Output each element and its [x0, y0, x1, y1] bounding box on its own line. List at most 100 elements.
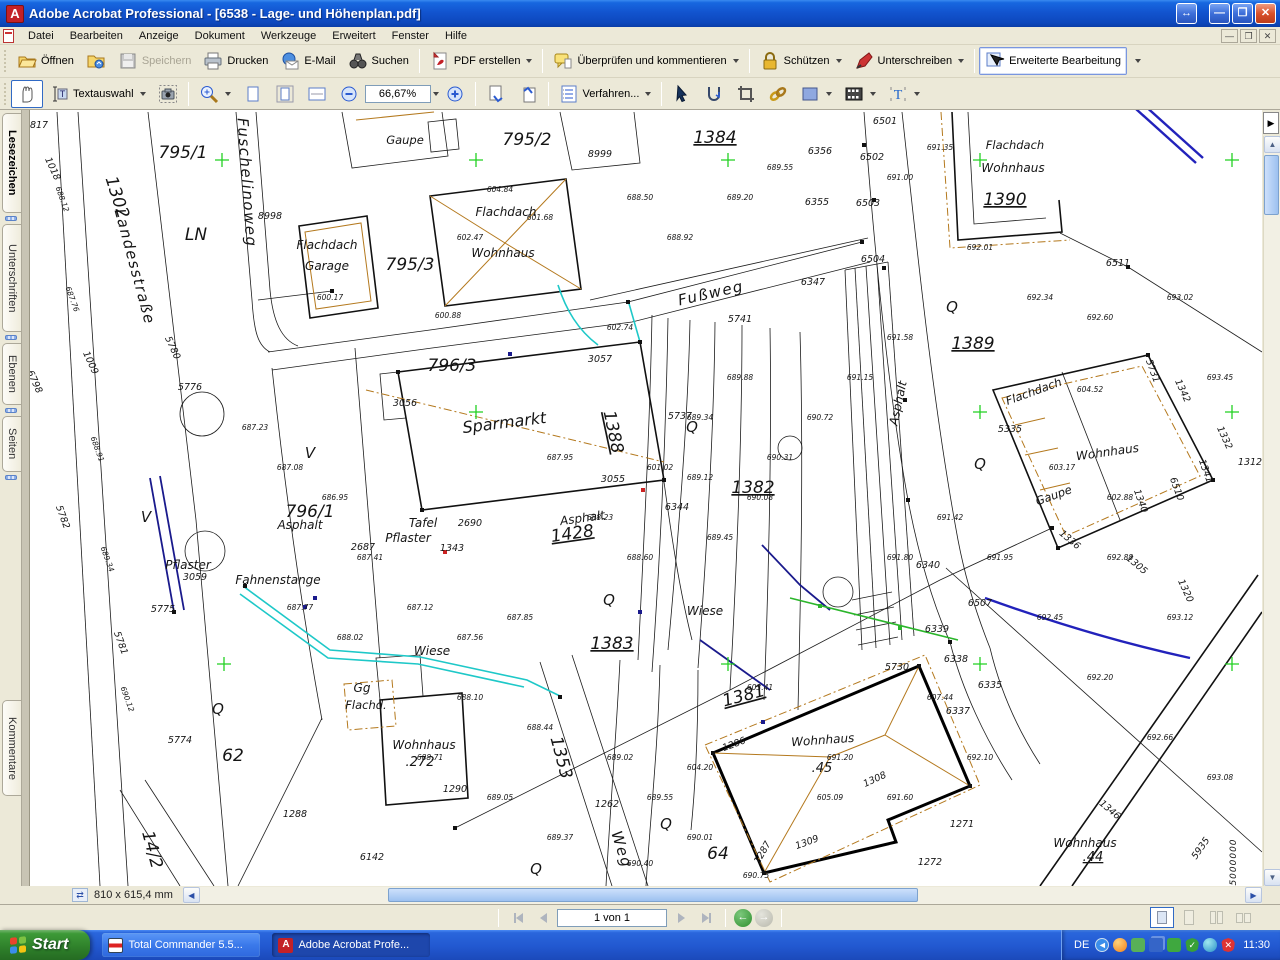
- previous-view-nav-button[interactable]: ←: [734, 909, 752, 927]
- first-page-button[interactable]: [507, 908, 529, 928]
- protect-button[interactable]: Schützen: [754, 47, 848, 75]
- search-button[interactable]: Suchen: [342, 47, 415, 75]
- taskbar-clock[interactable]: 11:30: [1243, 939, 1270, 951]
- restore-button[interactable]: ❐: [1232, 3, 1253, 24]
- organizer-button[interactable]: [80, 47, 112, 75]
- crop-tool-button[interactable]: [730, 80, 762, 108]
- horizontal-scrollbar[interactable]: ◀ ▶: [183, 887, 1262, 904]
- taskbar-item-total-commander[interactable]: Total Commander 5.5...: [102, 933, 260, 957]
- menu-anzeige[interactable]: Anzeige: [131, 28, 187, 44]
- spread-window-button[interactable]: ↔: [1176, 3, 1197, 24]
- messenger-tray-icon[interactable]: [1203, 938, 1217, 952]
- page-number-input[interactable]: 1 von 1: [557, 909, 667, 927]
- review-dropdown[interactable]: [733, 59, 739, 63]
- horizontal-scroll-thumb[interactable]: [388, 888, 918, 902]
- next-view-nav-button[interactable]: →: [755, 909, 773, 927]
- process-button[interactable]: Verfahren...: [553, 80, 658, 108]
- movie-dropdown[interactable]: [870, 92, 876, 96]
- alert-shield-icon[interactable]: ✕: [1221, 938, 1235, 952]
- previous-page-button[interactable]: [532, 908, 554, 928]
- advanced-editing-dropdown[interactable]: [1127, 55, 1147, 67]
- taskbar-item-acrobat[interactable]: A Adobe Acrobat Profe...: [272, 933, 430, 957]
- pdf-page-canvas[interactable]: 795/1795/2795/3796/3796/1138413901389138…: [30, 110, 1262, 886]
- previous-view-button[interactable]: [480, 80, 512, 108]
- child-minimize-button[interactable]: —: [1221, 29, 1238, 43]
- menu-dokument[interactable]: Dokument: [187, 28, 253, 44]
- update-tray-icon[interactable]: [1131, 938, 1145, 952]
- sign-dropdown[interactable]: [958, 59, 964, 63]
- link-tool-button[interactable]: [762, 80, 794, 108]
- menu-bearbeiten[interactable]: Bearbeiten: [62, 28, 131, 44]
- zoom-out-button[interactable]: [333, 80, 365, 108]
- menu-fenster[interactable]: Fenster: [384, 28, 437, 44]
- fit-page-button[interactable]: [269, 80, 301, 108]
- continuous-facing-layout-button[interactable]: [1204, 907, 1228, 928]
- vertical-scrollbar[interactable]: ▲ ▼: [1263, 136, 1280, 886]
- snapshot-button[interactable]: [152, 80, 184, 108]
- form-field-button[interactable]: [794, 80, 838, 108]
- sign-button[interactable]: Unterschreiben: [848, 47, 971, 75]
- zoom-level-input[interactable]: 66,67%: [365, 85, 431, 103]
- zoom-in-button[interactable]: [439, 80, 471, 108]
- facing-layout-button[interactable]: [1231, 907, 1255, 928]
- create-pdf-dropdown[interactable]: [526, 59, 532, 63]
- create-pdf-button[interactable]: PDF erstellen: [424, 47, 539, 75]
- tab-lesezeichen[interactable]: Lesezeichen: [2, 113, 21, 213]
- menu-hilfe[interactable]: Hilfe: [437, 28, 475, 44]
- antivirus-tray-icon[interactable]: [1113, 938, 1127, 952]
- zoom-in-tool-button[interactable]: [193, 80, 237, 108]
- language-indicator[interactable]: DE: [1074, 939, 1089, 951]
- hand-tool-button[interactable]: [11, 80, 43, 108]
- protect-dropdown[interactable]: [836, 59, 842, 63]
- text-select-dropdown[interactable]: [140, 92, 146, 96]
- hide-icons-chevron-icon[interactable]: ◄: [1095, 938, 1109, 952]
- scroll-up-button[interactable]: ▲: [1264, 136, 1280, 153]
- next-view-button[interactable]: [512, 80, 544, 108]
- print-button[interactable]: Drucken: [197, 47, 274, 75]
- child-restore-button[interactable]: ❐: [1240, 29, 1257, 43]
- advanced-editing-button[interactable]: Erweiterte Bearbeitung: [979, 47, 1127, 75]
- form-field-dropdown[interactable]: [826, 92, 832, 96]
- scroll-down-button[interactable]: ▼: [1264, 869, 1280, 886]
- single-page-layout-button[interactable]: [1150, 907, 1174, 928]
- toolbar-grip[interactable]: [3, 83, 8, 105]
- tab-grip: [5, 408, 17, 413]
- network-tray-icon[interactable]: [1149, 938, 1163, 952]
- tab-kommentare[interactable]: Kommentare: [2, 700, 21, 796]
- article-tool-button[interactable]: [698, 80, 730, 108]
- start-button[interactable]: Start: [0, 930, 90, 960]
- select-object-button[interactable]: [666, 80, 698, 108]
- child-close-button[interactable]: ✕: [1259, 29, 1276, 43]
- continuous-layout-button[interactable]: [1177, 907, 1201, 928]
- next-page-button[interactable]: [670, 908, 692, 928]
- scroll-left-button[interactable]: ◀: [183, 887, 200, 903]
- movie-tool-button[interactable]: [838, 80, 882, 108]
- vertical-scroll-thumb[interactable]: [1264, 155, 1279, 215]
- pane-toggle-button[interactable]: ▶: [1263, 112, 1279, 134]
- touchup-text-button[interactable]: T: [882, 80, 926, 108]
- menu-werkzeuge[interactable]: Werkzeuge: [253, 28, 324, 44]
- email-button[interactable]: E-Mail: [274, 47, 341, 75]
- close-button[interactable]: ✕: [1255, 3, 1276, 24]
- review-comment-button[interactable]: Überprüfen und kommentieren: [547, 47, 744, 75]
- tab-unterschriften[interactable]: Unterschriften: [2, 224, 21, 332]
- security-shield-icon[interactable]: ✓: [1185, 938, 1199, 952]
- toolbar-grip[interactable]: [3, 50, 8, 72]
- open-button[interactable]: Öffnen: [11, 47, 80, 75]
- save-button[interactable]: Speichern: [112, 47, 198, 75]
- process-dropdown[interactable]: [645, 92, 651, 96]
- minimize-button[interactable]: —: [1209, 3, 1230, 24]
- last-page-button[interactable]: [695, 908, 717, 928]
- menu-erweitert[interactable]: Erweitert: [324, 28, 383, 44]
- tab-ebenen[interactable]: Ebenen: [2, 343, 21, 405]
- menu-datei[interactable]: Datei: [20, 28, 62, 44]
- scroll-right-button[interactable]: ▶: [1245, 887, 1262, 903]
- usb-tray-icon[interactable]: [1167, 938, 1181, 952]
- zoom-tool-dropdown[interactable]: [225, 92, 231, 96]
- actual-size-button[interactable]: [237, 80, 269, 108]
- fit-width-button[interactable]: [301, 80, 333, 108]
- tab-seiten[interactable]: Seiten: [2, 416, 21, 472]
- text-select-button[interactable]: T Textauswahl: [43, 80, 152, 108]
- touchup-dropdown[interactable]: [914, 92, 920, 96]
- zoom-level-dropdown[interactable]: [433, 92, 439, 96]
